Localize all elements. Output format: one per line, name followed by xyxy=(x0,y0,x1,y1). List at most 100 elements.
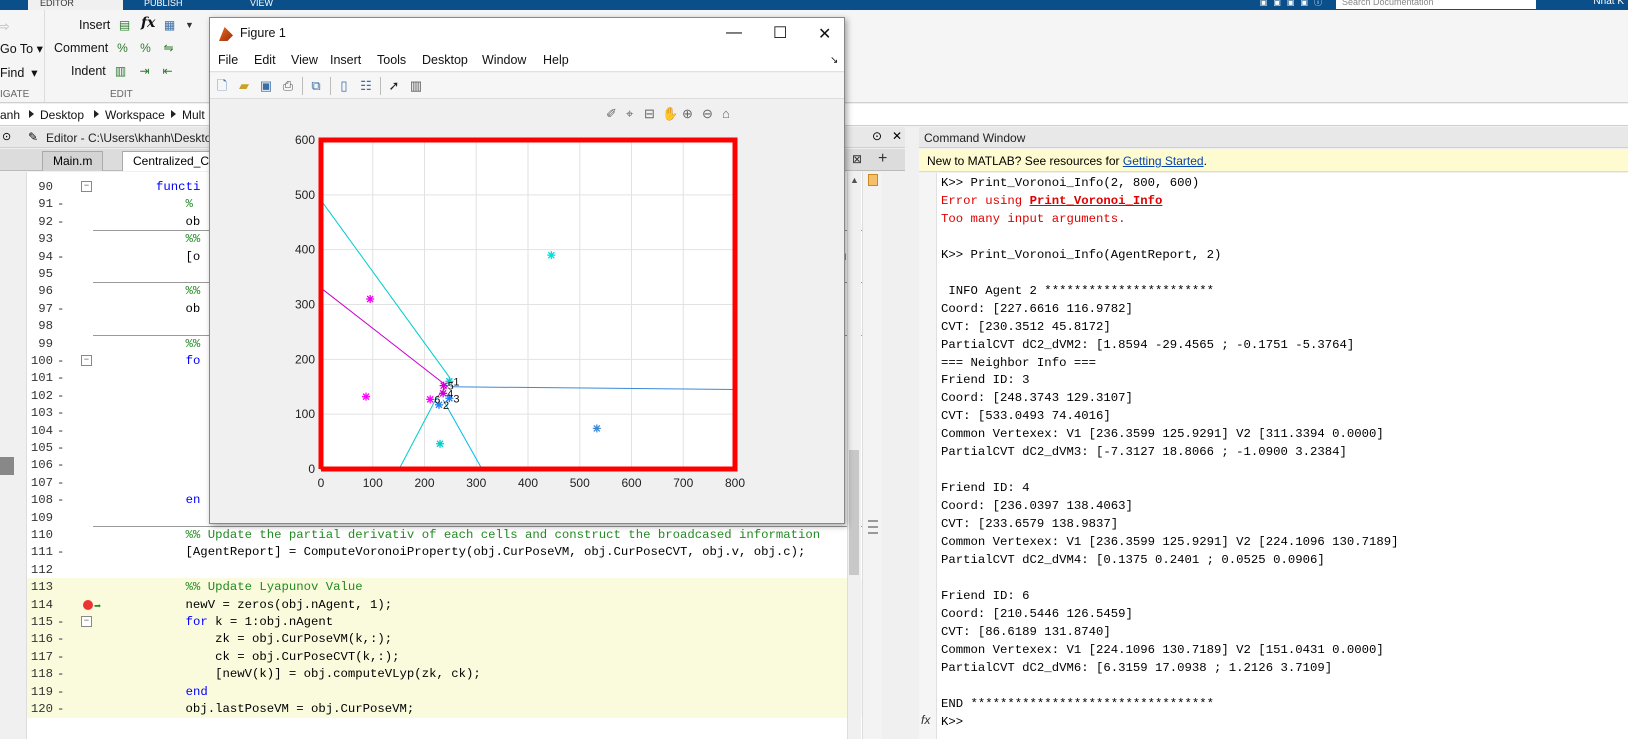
code-text[interactable]: [newV(k)] = obj.computeVLyp(zk, ck); xyxy=(97,665,481,683)
executable-marker[interactable]: - xyxy=(57,352,64,370)
executable-marker[interactable]: - xyxy=(57,195,64,213)
line-number[interactable]: 92 xyxy=(27,213,53,231)
line-number[interactable]: 117 xyxy=(27,648,53,666)
pointer-icon[interactable]: ➚ xyxy=(386,78,402,94)
code-text[interactable]: for k = 1:obj.nAgent xyxy=(97,613,334,631)
executable-marker[interactable]: - xyxy=(57,369,64,387)
line-number[interactable]: 100 xyxy=(27,352,53,370)
insert-section-icon[interactable]: ▤ xyxy=(117,18,132,33)
panel-actions-icon[interactable]: ⊙ xyxy=(872,129,882,143)
executable-marker[interactable]: - xyxy=(57,700,64,718)
function-browser-icon[interactable]: fx xyxy=(921,713,930,727)
analyzer-indicator-icon[interactable] xyxy=(868,174,878,186)
colorbar-icon[interactable]: ▯ xyxy=(336,78,352,94)
figure-titlebar[interactable]: Figure 1 — ☐ ✕ xyxy=(210,18,844,50)
line-number[interactable]: 90 xyxy=(27,178,53,196)
executable-marker[interactable]: - xyxy=(57,300,64,318)
editor-scroll-thumb[interactable] xyxy=(849,450,859,575)
insert-function-icon[interactable]: ▦ xyxy=(162,18,177,33)
find-button[interactable]: Find ▾ xyxy=(0,65,38,80)
code-line[interactable]: 117- ck = obj.CurPoseCVT(k,:); xyxy=(27,647,880,666)
executable-marker[interactable]: - xyxy=(57,683,64,701)
indent-button[interactable]: Indent xyxy=(71,64,106,78)
code-text[interactable]: end xyxy=(97,683,208,701)
code-line[interactable]: 110 %% Update the partial derivativ of e… xyxy=(27,526,880,544)
menu-edit[interactable]: Edit xyxy=(254,53,276,67)
code-text[interactable]: fo xyxy=(97,352,201,370)
line-number[interactable]: 119 xyxy=(27,683,53,701)
minimize-icon[interactable]: — xyxy=(726,24,742,42)
line-number[interactable]: 105 xyxy=(27,439,53,457)
line-number[interactable]: 91 xyxy=(27,195,53,213)
breadcrumb-item[interactable]: anh xyxy=(0,108,20,122)
close-tab-icon[interactable]: ⊠ xyxy=(852,152,862,166)
code-line[interactable]: 111- [AgentReport] = ComputeVoronoiPrope… xyxy=(27,543,880,561)
insert-function-button[interactable]: fx xyxy=(141,15,155,31)
menu-window[interactable]: Window xyxy=(482,53,526,67)
forward-arrow-icon[interactable]: ⇨ xyxy=(0,18,10,35)
executable-marker[interactable]: - xyxy=(57,543,64,561)
getting-started-link[interactable]: Getting Started xyxy=(1123,154,1204,168)
executable-marker[interactable]: - xyxy=(57,404,64,422)
code-line[interactable]: 115- − for k = 1:obj.nAgent xyxy=(27,613,880,631)
goto-button[interactable]: Go To ▾ xyxy=(0,41,43,56)
close-icon[interactable]: ✕ xyxy=(892,129,902,143)
line-number[interactable]: 104 xyxy=(27,422,53,440)
line-number[interactable]: 93 xyxy=(27,230,53,248)
property-inspector-icon[interactable]: ▥ xyxy=(408,78,424,94)
line-number[interactable]: 102 xyxy=(27,387,53,405)
save-icon[interactable]: ▣ xyxy=(258,78,274,94)
figure-canvas[interactable]: ✐ ⌖ ⊟ ✋ ⊕ ⊖ ⌂ 0 100 200 300 400 500 600 700 800 0… xyxy=(210,100,844,523)
code-line[interactable]: 118- [newV(k)] = obj.computeVLyp(zk, ck)… xyxy=(27,665,880,684)
line-number[interactable]: 108 xyxy=(27,491,53,509)
code-text[interactable]: newV = zeros(obj.nAgent, 1); xyxy=(97,596,393,614)
tab-publish[interactable]: PUBLISH xyxy=(132,0,222,10)
line-number[interactable]: 101 xyxy=(27,369,53,387)
code-line[interactable]: 114 ➡ newV = zeros(obj.nAgent, 1); xyxy=(27,595,880,614)
panel-menu-icon[interactable]: ⊙ xyxy=(2,130,11,143)
dock-figure-icon[interactable]: ↘ xyxy=(830,55,838,66)
insert-button[interactable]: Insert xyxy=(79,18,110,32)
user-account[interactable]: Nhat K xyxy=(1593,0,1624,9)
line-number[interactable]: 97 xyxy=(27,300,53,318)
executable-marker[interactable]: - xyxy=(57,648,64,666)
split-handle[interactable] xyxy=(868,532,878,534)
print-icon[interactable]: ⎙ xyxy=(280,78,296,94)
executable-marker[interactable]: - xyxy=(57,630,64,648)
tab-editor[interactable]: EDITOR xyxy=(28,0,123,10)
comment-icon[interactable]: % xyxy=(115,41,130,56)
code-line[interactable]: 113 %% Update Lyapunov Value xyxy=(27,578,880,597)
code-text[interactable]: en xyxy=(97,491,201,509)
code-text[interactable]: zk = obj.CurPoseVM(k,:); xyxy=(97,630,392,648)
menu-file[interactable]: File xyxy=(218,53,238,67)
tab-main[interactable]: Main.m xyxy=(42,151,104,171)
menu-insert[interactable]: Insert xyxy=(330,53,361,67)
code-line[interactable]: 112 xyxy=(27,561,880,579)
code-text[interactable]: %% xyxy=(97,230,201,248)
code-line[interactable]: 116- zk = obj.CurPoseVM(k,:); xyxy=(27,630,880,649)
line-number[interactable]: 118 xyxy=(27,665,53,683)
fold-toggle-icon[interactable]: − xyxy=(81,616,92,627)
comment-button[interactable]: Comment xyxy=(54,41,108,55)
menu-view[interactable]: View xyxy=(291,53,318,67)
code-text[interactable]: functi xyxy=(97,178,200,196)
line-number[interactable]: 110 xyxy=(27,526,53,544)
code-text[interactable]: %% xyxy=(97,282,201,300)
line-number[interactable]: 109 xyxy=(27,509,53,527)
quick-access-icons[interactable]: ▣▣▣▣ⓘ xyxy=(1260,0,1328,9)
breadcrumb-item[interactable]: Workspace xyxy=(105,108,165,122)
breakpoint-icon[interactable] xyxy=(83,599,93,610)
line-number[interactable]: 107 xyxy=(27,474,53,492)
tab-centralized[interactable]: Centralized_C xyxy=(122,151,222,171)
maximize-icon[interactable]: ☐ xyxy=(773,23,787,43)
executable-marker[interactable]: - xyxy=(57,474,64,492)
code-text[interactable]: %% Update Lyapunov Value xyxy=(97,578,363,596)
executable-marker[interactable]: - xyxy=(57,213,64,231)
line-number[interactable]: 120 xyxy=(27,700,53,718)
uncomment-icon[interactable]: % xyxy=(138,41,153,56)
fold-toggle-icon[interactable]: − xyxy=(81,181,92,192)
executable-marker[interactable]: - xyxy=(57,665,64,683)
line-number[interactable]: 99 xyxy=(27,335,53,353)
smart-indent-icon[interactable]: ▥ xyxy=(113,64,128,79)
code-text[interactable]: ob xyxy=(97,213,201,231)
